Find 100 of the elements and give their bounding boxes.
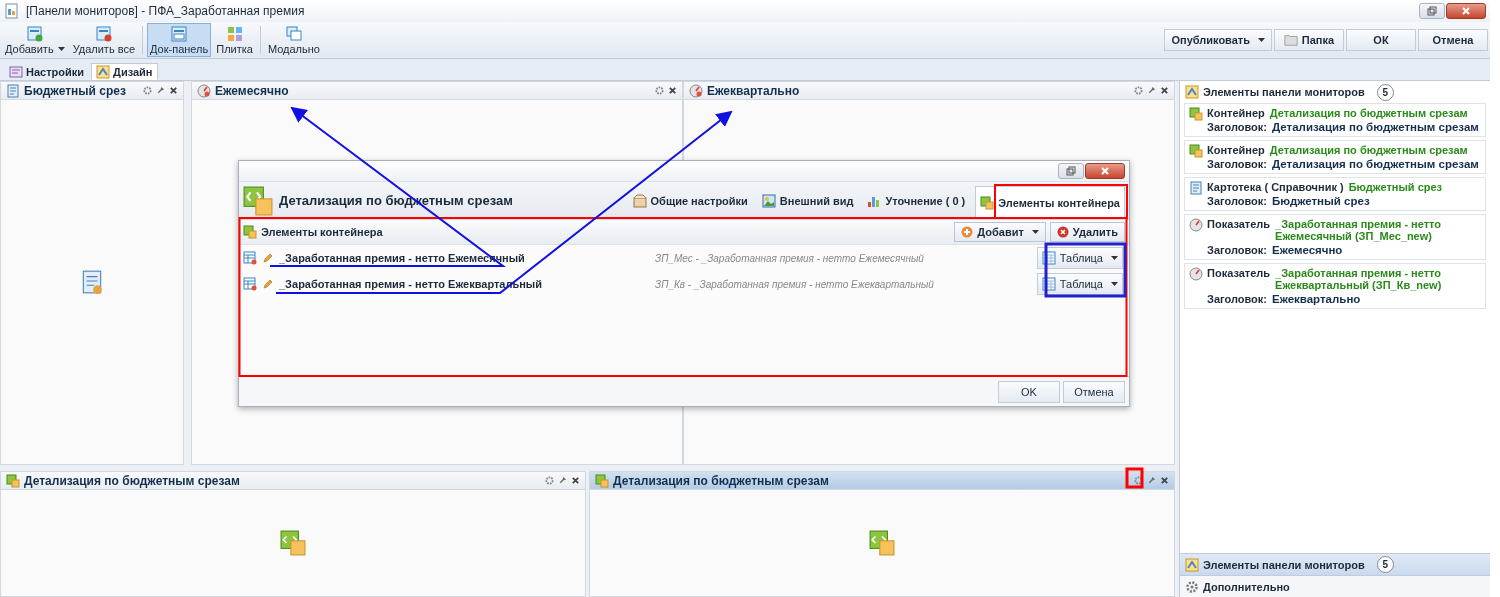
container-icon <box>869 530 895 556</box>
restore-icon <box>1427 6 1437 16</box>
panel-header: Ежемесячно <box>192 82 682 100</box>
toolbar-button[interactable]: ОК <box>1346 29 1416 51</box>
restore-button[interactable] <box>1419 3 1445 19</box>
dialog-button[interactable]: Отмена <box>1063 380 1125 403</box>
tab[interactable]: Общие настройки <box>628 185 752 216</box>
settings-icon[interactable] <box>1134 86 1143 95</box>
sidebar-item[interactable]: Контейнер Детализация по бюджетным срезам Заголовок: Детализация по бюджетным срезам <box>1184 140 1486 174</box>
tab[interactable]: Уточнение ( 0 ) <box>863 185 970 216</box>
table-icon <box>243 251 257 265</box>
section-title: Элементы контейнера <box>261 226 383 238</box>
container-icon <box>6 473 20 488</box>
element-description: ЗП_Мес - _Заработанная премия - нетто Ежемесячный <box>655 252 924 264</box>
pin-icon[interactable] <box>558 476 567 485</box>
toolbar-button[interactable]: Папка <box>1274 29 1344 51</box>
item-type: Показатель <box>1207 218 1271 230</box>
tab[interactable]: Элементы контейнера <box>975 186 1125 219</box>
caption-value: Детализация по бюджетным срезам <box>1271 121 1479 133</box>
sidebar-title: Элементы панели мониторов <box>1203 86 1365 98</box>
caret-icon <box>1111 256 1118 260</box>
view-dropdown[interactable]: Таблица <box>1036 273 1123 295</box>
item-value: _Заработанная премия - нетто Ежеквартальный (ЗП_Кв_new) <box>1275 267 1443 291</box>
table-icon <box>243 277 257 291</box>
toolbar-button[interactable]: Модально <box>264 23 323 57</box>
notebook-icon <box>6 83 20 98</box>
pencil-icon[interactable] <box>263 279 273 289</box>
item-value: _Заработанная премия - нетто Ежемесячный (ЗП_Мес_new) <box>1275 218 1443 242</box>
section-label: Элементы панели мониторов <box>1203 558 1365 571</box>
view-dropdown[interactable]: Таблица <box>1036 247 1123 269</box>
close-button[interactable] <box>1446 3 1486 19</box>
window-title: [Панели мониторов] - ПФА_Заработанная премия <box>26 4 306 18</box>
caret-icon <box>1031 230 1039 234</box>
pin-icon[interactable] <box>1147 86 1156 95</box>
item-value: Детализация по бюджетным срезам <box>1269 144 1468 156</box>
container-icon <box>243 225 257 239</box>
count-badge: 5 <box>1376 556 1394 573</box>
toolbar-button[interactable]: Плитка <box>213 23 256 57</box>
tab[interactable]: Дизайн <box>91 63 158 80</box>
toolbar-button[interactable]: Док-панель <box>147 23 212 57</box>
settings-icon[interactable] <box>1134 476 1143 485</box>
restore-icon <box>1066 166 1076 176</box>
panel-header: Детализация по бюджетным срезам <box>1 472 585 490</box>
close-icon[interactable] <box>1160 86 1169 95</box>
toolbar-button[interactable]: Отмена <box>1418 29 1488 51</box>
delete-circle-icon <box>1056 226 1069 238</box>
toolbar-button[interactable]: Опубликовать <box>1164 29 1272 51</box>
delete-button[interactable]: Удалить <box>1049 222 1125 242</box>
tile-icon <box>226 25 243 42</box>
settings-icon[interactable] <box>545 476 554 485</box>
remove-icon <box>95 25 112 42</box>
pencil-icon[interactable] <box>263 253 273 263</box>
count-badge: 5 <box>1376 83 1394 101</box>
tab[interactable]: Настройки <box>4 63 90 80</box>
caption-value: Детализация по бюджетным срезам <box>1271 158 1479 170</box>
panel-header: Ежеквартально <box>684 82 1174 100</box>
app-icon <box>4 3 20 19</box>
gauge-icon <box>1189 218 1203 232</box>
sidebar-item[interactable]: Контейнер Детализация по бюджетным срезам Заголовок: Детализация по бюджетным срезам <box>1184 103 1486 137</box>
caption-label: Заголовок: <box>1207 158 1267 170</box>
accordion-header[interactable]: Дополнительно <box>1180 575 1490 597</box>
accordion-header[interactable]: Элементы панели мониторов 5 <box>1180 553 1490 575</box>
add-button[interactable]: Добавит <box>954 222 1046 242</box>
sidebar-item[interactable]: Показатель _Заработанная премия - нетто Ежемесячный (ЗП_Мес_new) Заголовок: Ежемесячно <box>1184 214 1486 260</box>
gauge-icon <box>1189 267 1203 281</box>
close-icon[interactable] <box>1160 476 1169 485</box>
toolbar-button[interactable]: Добавить <box>2 23 68 57</box>
caption-label: Заголовок: <box>1207 195 1267 207</box>
close-icon[interactable] <box>571 476 580 485</box>
item-type: Контейнер <box>1207 144 1265 156</box>
item-value: Бюджетный срез <box>1348 181 1443 193</box>
folder-icon <box>1283 33 1298 47</box>
dock-panel-icon <box>171 25 188 42</box>
picture-icon <box>761 193 776 208</box>
gear-icon <box>1185 579 1199 594</box>
close-icon[interactable] <box>668 86 677 95</box>
notebook-icon <box>1189 181 1203 195</box>
settings-icon[interactable] <box>143 86 152 95</box>
gauge-icon <box>689 83 703 98</box>
sidebar-item[interactable]: Показатель _Заработанная премия - нетто Ежеквартальный (ЗП_Кв_new) Заголовок: Ежеквартально <box>1184 263 1486 309</box>
tab[interactable]: Внешний вид <box>757 185 858 216</box>
section-label: Дополнительно <box>1203 580 1290 593</box>
settings-icon[interactable] <box>655 86 664 95</box>
restore-button[interactable] <box>1058 163 1084 179</box>
sidebar-item[interactable]: Картотека ( Справочник ) Бюджетный срез Заголовок: Бюджетный срез <box>1184 177 1486 211</box>
close-icon[interactable] <box>169 86 178 95</box>
panel-header: Бюджетный срез <box>1 82 183 100</box>
pin-icon[interactable] <box>156 86 165 95</box>
container-icon <box>280 530 306 556</box>
close-button[interactable] <box>1085 163 1125 179</box>
dialog-button[interactable]: OK <box>998 380 1060 403</box>
caption-label: Заголовок: <box>1207 121 1267 133</box>
elements-icon <box>1185 85 1199 99</box>
container-icon <box>1189 107 1203 121</box>
pin-icon[interactable] <box>1147 476 1156 485</box>
close-icon <box>1461 6 1471 16</box>
toolbar-button[interactable]: Удалить все <box>69 23 138 57</box>
element-description: ЗП_Кв - _Заработанная премия - нетто Ежеквартальный <box>655 278 934 290</box>
container-icon <box>980 196 995 210</box>
gauge-icon <box>197 83 211 98</box>
